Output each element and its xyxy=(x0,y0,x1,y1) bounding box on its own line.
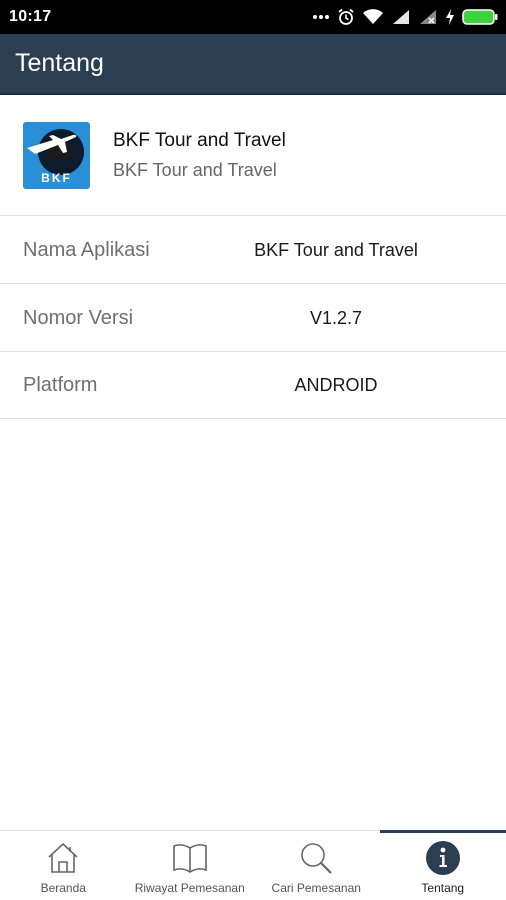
info-value: BKF Tour and Travel xyxy=(254,239,418,260)
wifi-icon xyxy=(362,9,384,25)
signal-icon xyxy=(391,10,411,24)
info-row-platform: Platform ANDROID xyxy=(0,352,506,419)
home-icon xyxy=(46,839,80,877)
info-row-app-name: Nama Aplikasi BKF Tour and Travel xyxy=(0,217,506,284)
nav-label: Riwayat Pemesanan xyxy=(134,881,245,895)
page-title: Tentang xyxy=(15,49,104,77)
signal-no-sim-icon xyxy=(418,10,438,24)
search-icon xyxy=(298,839,334,877)
info-label: Nama Aplikasi xyxy=(23,238,150,261)
app-header: BKF BKF Tour and Travel BKF Tour and Tra… xyxy=(0,95,506,216)
status-icons xyxy=(312,8,498,26)
nav-label: Tentang xyxy=(421,881,465,895)
battery-icon xyxy=(462,9,498,25)
nav-item-cari-pemesanan[interactable]: Cari Pemesanan xyxy=(253,831,380,900)
app-subtitle: BKF Tour and Travel xyxy=(113,159,277,180)
info-row-version: Nomor Versi V1.2.7 xyxy=(0,285,506,352)
app-name: BKF Tour and Travel xyxy=(113,129,286,151)
more-notifications-icon xyxy=(312,14,330,20)
nav-item-beranda[interactable]: Beranda xyxy=(0,831,127,900)
app-bar: Tentang xyxy=(0,34,506,95)
info-label: Platform xyxy=(23,373,98,396)
info-value: V1.2.7 xyxy=(309,307,363,328)
info-label: Nomor Versi xyxy=(23,306,134,329)
logo-text: BKF xyxy=(41,170,72,185)
bottom-nav: Beranda Riwayat Pemesanan Cari Pemesanan… xyxy=(0,830,506,900)
nav-item-tentang[interactable]: Tentang xyxy=(379,830,506,900)
alarm-icon xyxy=(337,8,355,26)
info-icon xyxy=(425,839,461,877)
status-time: 10:17 xyxy=(9,8,52,25)
charging-icon xyxy=(445,9,455,25)
nav-label: Beranda xyxy=(40,881,86,895)
status-bar: 10:17 xyxy=(0,0,506,34)
info-value: ANDROID xyxy=(294,374,378,395)
app-header-texts: BKF Tour and Travel BKF Tour and Travel xyxy=(113,130,286,181)
app-logo: BKF xyxy=(23,121,90,189)
book-icon xyxy=(171,839,209,877)
nav-item-riwayat-pemesanan[interactable]: Riwayat Pemesanan xyxy=(127,831,254,900)
nav-label: Cari Pemesanan xyxy=(271,881,361,895)
